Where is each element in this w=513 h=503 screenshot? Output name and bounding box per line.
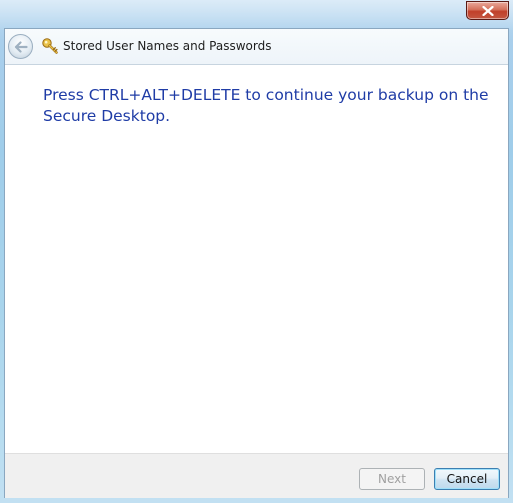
close-icon — [481, 5, 494, 16]
dialog-window: Stored User Names and Passwords Press CT… — [0, 0, 513, 503]
content-area: Press CTRL+ALT+DELETE to continue your b… — [5, 65, 508, 453]
key-icon — [42, 38, 58, 54]
cancel-button[interactable]: Cancel — [434, 468, 500, 490]
next-button[interactable]: Next — [359, 468, 425, 490]
instruction-message: Press CTRL+ALT+DELETE to continue your b… — [43, 86, 489, 125]
navigation-bar: Stored User Names and Passwords — [5, 29, 508, 65]
button-bar: Next Cancel — [5, 453, 508, 498]
close-button[interactable] — [466, 1, 509, 20]
back-button[interactable] — [8, 34, 33, 59]
window-title: Stored User Names and Passwords — [63, 39, 272, 53]
dialog-frame: Stored User Names and Passwords Press CT… — [4, 28, 509, 498]
back-arrow-icon — [14, 40, 28, 53]
